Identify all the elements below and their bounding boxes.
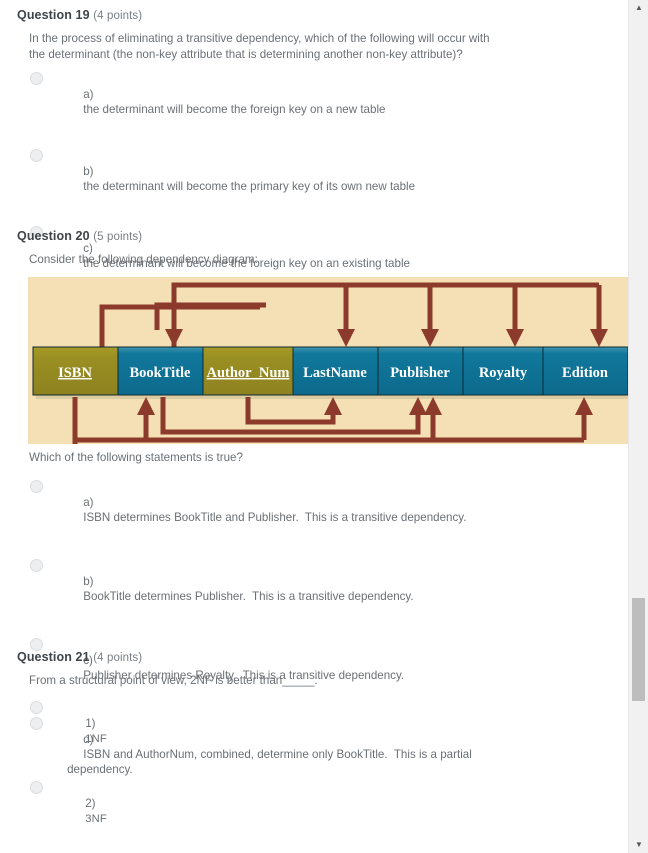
option-21-2[interactable]: 2) 3NF <box>0 780 628 842</box>
quiz-page: Question 19 (4 points) In the process of… <box>0 0 628 853</box>
question-20-title: Question 20 <box>17 229 90 243</box>
option-19-b-text: the determinant will become the primary … <box>83 180 416 193</box>
question-21-points: (4 points) <box>93 652 143 664</box>
question-19-title: Question 19 <box>17 8 90 22</box>
attribute-label-author_num: Author_Num <box>207 365 290 381</box>
option-20-b[interactable]: b) BookTitle determines Publisher. This … <box>0 558 628 619</box>
vertical-scrollbar[interactable]: ▲ ▼ <box>628 0 648 853</box>
radio-button-20-c[interactable] <box>30 637 43 651</box>
attribute-label-isbn: ISBN <box>58 365 92 381</box>
option-19-a-label: a) <box>83 88 94 101</box>
option-21-1-label: 1) <box>85 716 96 730</box>
scrollbar-thumb[interactable] <box>632 598 645 701</box>
radio-button-21-1[interactable] <box>30 700 43 714</box>
option-19-b[interactable]: b) the determinant will become the prima… <box>0 149 628 209</box>
option-20-b-label: b) <box>83 574 94 588</box>
option-21-1-text: 1NF <box>85 732 107 745</box>
option-20-a-text: ISBN determines BookTitle and Publisher.… <box>83 510 467 524</box>
question-19-points: (4 points) <box>93 10 143 22</box>
question-21-title: Question 21 <box>17 650 90 664</box>
option-19-a-text: the determinant will become the foreign … <box>83 103 386 116</box>
radio-button-20-a[interactable] <box>30 479 43 493</box>
question-20-stem: Consider the following dependency diagra… <box>29 253 258 266</box>
option-19-b-label: b) <box>83 165 94 178</box>
question-block-21: Question 21 (4 points) From a structural… <box>0 650 628 853</box>
attribute-labels: ISBN BookTitle Author_Num LastName Publi… <box>58 365 608 381</box>
option-20-a[interactable]: a) ISBN determines BookTitle and Publish… <box>0 479 628 540</box>
dependency-diagram: ISBN BookTitle Author_Num LastName Publi… <box>28 277 628 444</box>
question-21-stem: From a structural point of view, 2NF is … <box>29 674 318 687</box>
option-20-b-text: BookTitle determines Publisher. This is … <box>83 589 414 603</box>
scroll-down-arrow-icon[interactable]: ▼ <box>629 837 648 853</box>
question-21-options: 1) 1NF 2) 3NF 3) 4NF <box>0 700 628 853</box>
option-21-2-text: 3NF <box>85 812 107 825</box>
question-20-header: Question 20 (5 points) <box>0 229 628 243</box>
question-19-stem: In the process of eliminating a transiti… <box>29 32 490 61</box>
radio-button-21-2[interactable] <box>30 780 43 794</box>
question-19-header: Question 19 (4 points) <box>0 8 628 22</box>
attribute-label-lastname: LastName <box>303 365 367 381</box>
option-21-1[interactable]: 1) 1NF <box>0 700 628 762</box>
question-20-points: (5 points) <box>93 231 143 243</box>
question-20-stem2: Which of the following statements is tru… <box>29 451 243 464</box>
attribute-label-edition: Edition <box>562 365 608 381</box>
radio-button-19-b[interactable] <box>30 149 43 162</box>
radio-button-19-a[interactable] <box>30 72 43 85</box>
option-19-a[interactable]: a) the determinant will become the forei… <box>0 72 628 132</box>
attribute-label-booktitle: BookTitle <box>130 365 192 381</box>
question-block-20: Question 20 (5 points) Consider the foll… <box>0 229 628 268</box>
scroll-up-arrow-icon[interactable]: ▲ <box>629 0 648 16</box>
option-21-2-label: 2) <box>85 796 96 810</box>
attribute-label-royalty: Royalty <box>479 365 528 381</box>
question-21-header: Question 21 (4 points) <box>0 650 628 664</box>
attribute-label-publisher: Publisher <box>390 365 450 381</box>
option-20-a-label: a) <box>83 495 94 509</box>
dependency-diagram-svg: ISBN BookTitle Author_Num LastName Publi… <box>28 277 628 444</box>
radio-button-20-b[interactable] <box>30 558 43 572</box>
